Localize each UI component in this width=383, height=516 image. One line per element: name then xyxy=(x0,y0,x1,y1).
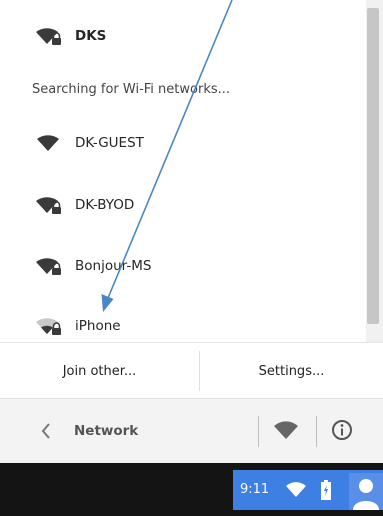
network-actions: Join other... Settings... xyxy=(0,342,383,399)
scrollbar-thumb[interactable] xyxy=(367,8,379,324)
wifi-locked-icon xyxy=(36,197,61,214)
searching-status: Searching for Wi-Fi networks... xyxy=(32,82,231,97)
wifi-locked-icon xyxy=(36,28,61,45)
active-network-name: DKS xyxy=(75,28,107,44)
battery-charging-icon xyxy=(321,480,331,500)
wifi-locked-icon xyxy=(36,258,61,275)
network-name: iPhone xyxy=(75,318,121,334)
user-avatar-icon[interactable] xyxy=(349,473,383,510)
wifi-icon xyxy=(37,135,59,151)
wifi-icon xyxy=(286,482,306,497)
scrollbar[interactable] xyxy=(366,0,383,342)
network-name: Bonjour-MS xyxy=(75,258,152,274)
wifi-icon[interactable] xyxy=(273,421,299,441)
network-item[interactable]: DK-BYOD xyxy=(0,185,366,225)
join-other-button[interactable]: Join other... xyxy=(0,343,199,399)
clock[interactable]: 9:11 xyxy=(240,482,269,497)
network-list: DKS Searching for Wi-Fi networks... DK-G… xyxy=(0,0,366,342)
network-name: DK-BYOD xyxy=(75,197,135,213)
settings-button[interactable]: Settings... xyxy=(200,343,383,399)
network-footer: Network xyxy=(0,398,383,464)
footer-title: Network xyxy=(74,423,139,439)
info-icon[interactable] xyxy=(331,419,353,441)
network-item[interactable]: Bonjour-MS xyxy=(0,246,366,286)
divider xyxy=(258,416,259,447)
network-item-active[interactable]: DKS xyxy=(0,16,366,56)
wifi-weak-locked-icon xyxy=(36,318,61,335)
network-name: DK-GUEST xyxy=(75,135,144,151)
network-panel: DKS Searching for Wi-Fi networks... DK-G… xyxy=(0,0,383,464)
network-item[interactable]: DK-GUEST xyxy=(0,123,366,163)
network-item[interactable]: iPhone xyxy=(0,306,366,342)
chevron-left-icon[interactable] xyxy=(38,421,54,441)
divider xyxy=(316,416,317,447)
